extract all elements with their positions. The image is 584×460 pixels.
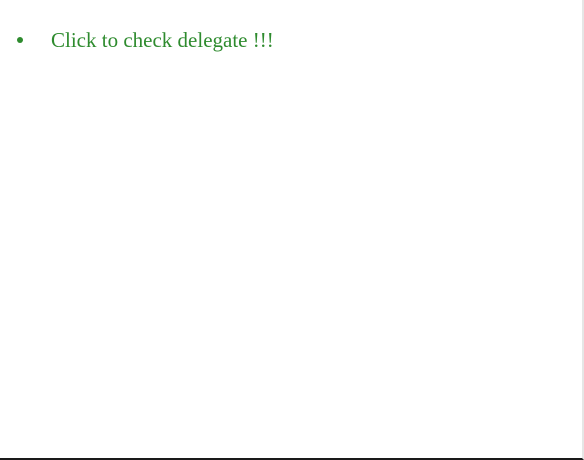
list-item-label[interactable]: Click to check delegate !!! xyxy=(51,26,274,54)
page: Click to check delegate !!! xyxy=(0,0,584,460)
list-item-delegate[interactable]: Click to check delegate !!! xyxy=(14,26,274,54)
item-list: Click to check delegate !!! xyxy=(14,26,274,54)
bullet-icon xyxy=(17,37,23,43)
